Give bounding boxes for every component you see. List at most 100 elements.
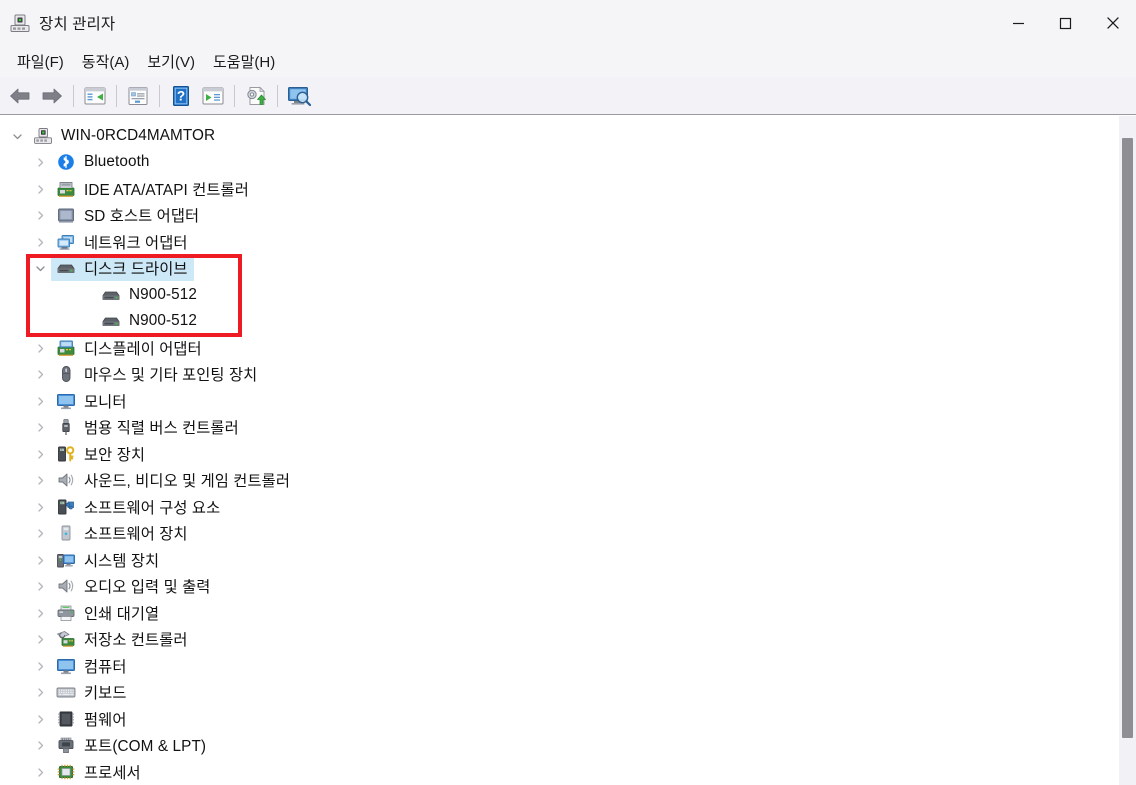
chevron-right-icon[interactable] [29,767,51,778]
tree-node-마우스-및-기타-포인팅-장치[interactable]: 마우스 및 기타 포인팅 장치 [0,362,1136,389]
minimize-button[interactable] [995,0,1042,46]
back-arrow-icon[interactable] [4,80,36,112]
device-tree: WIN-0RCD4MAMTOR Bluetooth IDE ATA/ATAPI 컨트… [0,116,1136,785]
tree-node-펌웨어[interactable]: 펌웨어 [0,706,1136,733]
tree-node-시스템-장치[interactable]: 시스템 장치 [0,547,1136,574]
disk-drive-icon [100,311,122,331]
tree-node-label: 마우스 및 기타 포인팅 장치 [84,367,258,385]
tree-node-label: SD 호스트 어댑터 [84,208,200,226]
help-icon[interactable]: ? [165,80,197,112]
chevron-right-icon[interactable] [29,581,51,592]
chevron-right-icon[interactable] [29,555,51,566]
tree-root-node[interactable]: WIN-0RCD4MAMTOR [0,123,1136,150]
device-tree-pane[interactable]: WIN-0RCD4MAMTOR Bluetooth IDE ATA/ATAPI 컨트… [0,116,1136,785]
chevron-right-icon[interactable] [29,714,51,725]
action-menu-icon[interactable] [197,80,229,112]
chevron-right-icon[interactable] [29,634,51,645]
chevron-down-icon[interactable] [6,131,28,142]
chevron-right-icon[interactable] [29,687,51,698]
sd-host-adapter-icon [55,205,77,225]
tree-node-content: N900-512 [96,310,203,333]
tree-node-label: N900-512 [129,285,197,303]
tree-node-label: 시스템 장치 [84,552,160,570]
ports-icon [55,735,77,755]
tree-node-label: IDE ATA/ATAPI 컨트롤러 [84,181,249,199]
tree-node-포트-com-lpt[interactable]: 포트(COM & LPT) [0,733,1136,760]
tree-node-content: 사운드, 비디오 및 게임 컨트롤러 [51,468,296,493]
maximize-button[interactable] [1042,0,1089,46]
tree-node-label: N900-512 [129,312,197,330]
tree-node-content: 디스플레이 어댑터 [51,336,208,361]
tree-node-디스플레이-어댑터[interactable]: 디스플레이 어댑터 [0,335,1136,362]
chevron-right-icon[interactable] [29,661,51,672]
tree-node-모니터[interactable]: 모니터 [0,388,1136,415]
tree-node-ide-ata-atapi-컨트롤러[interactable]: IDE ATA/ATAPI 컨트롤러 [0,176,1136,203]
vertical-scrollbar[interactable] [1119,116,1136,785]
close-button[interactable] [1089,0,1136,46]
system-device-icon [55,550,77,570]
tree-node-저장소-컨트롤러[interactable]: 저장소 컨트롤러 [0,627,1136,654]
ide-controller-icon [55,179,77,199]
usb-controller-icon [55,417,77,437]
chevron-right-icon[interactable] [29,157,51,168]
tree-node-content: 마우스 및 기타 포인팅 장치 [51,362,263,387]
tree-node-content: 포트(COM & LPT) [51,733,212,758]
svg-text:?: ? [177,88,185,103]
scan-hardware-changes-icon[interactable] [283,80,315,112]
tree-node-키보드[interactable]: 키보드 [0,680,1136,707]
chevron-right-icon[interactable] [29,184,51,195]
tree-node-디스크-드라이브[interactable]: 디스크 드라이브 [0,256,1136,283]
tree-node-네트워크-어댑터[interactable]: 네트워크 어댑터 [0,229,1136,256]
toolbar-separator [234,84,235,107]
tree-node-인쇄-대기열[interactable]: 인쇄 대기열 [0,600,1136,627]
tree-node-n900-512[interactable]: N900-512 [0,309,1136,336]
chevron-right-icon[interactable] [29,210,51,221]
mouse-icon [55,364,77,384]
tree-node-sd-호스트-어댑터[interactable]: SD 호스트 어댑터 [0,203,1136,230]
tree-node-프로세서[interactable]: 프로세서 [0,759,1136,785]
chevron-right-icon[interactable] [29,502,51,513]
tree-node-컴퓨터[interactable]: 컴퓨터 [0,653,1136,680]
tree-node-content: 범용 직렬 버스 컨트롤러 [51,415,245,440]
security-device-icon [55,444,77,464]
menu-view[interactable]: 보기(V) [138,49,204,74]
show-hide-console-tree-icon[interactable] [79,80,111,112]
forward-arrow-icon[interactable] [36,80,68,112]
update-driver-icon[interactable] [240,80,272,112]
chevron-right-icon[interactable] [29,449,51,460]
tree-node-content: 인쇄 대기열 [51,601,165,626]
chevron-right-icon[interactable] [29,237,51,248]
tree-node-보안-장치[interactable]: 보안 장치 [0,441,1136,468]
tree-node-label: WIN-0RCD4MAMTOR [61,126,216,144]
tree-node-소프트웨어-장치[interactable]: 소프트웨어 장치 [0,521,1136,548]
tree-node-label: 포트(COM & LPT) [84,738,207,756]
menu-action[interactable]: 동작(A) [73,49,139,74]
processor-icon [55,762,77,782]
tree-node-범용-직렬-버스-컨트롤러[interactable]: 범용 직렬 버스 컨트롤러 [0,415,1136,442]
tree-node-n900-512[interactable]: N900-512 [0,282,1136,309]
audio-io-icon [55,576,77,596]
menu-help[interactable]: 도움말(H) [204,49,284,74]
tree-node-사운드-비디오-및-게임-컨트롤러[interactable]: 사운드, 비디오 및 게임 컨트롤러 [0,468,1136,495]
menu-file[interactable]: 파일(F) [8,49,73,74]
toolbar-separator [277,84,278,107]
chevron-right-icon[interactable] [29,422,51,433]
chevron-down-icon[interactable] [29,263,51,274]
chevron-right-icon[interactable] [29,475,51,486]
tree-node-소프트웨어-구성-요소[interactable]: 소프트웨어 구성 요소 [0,494,1136,521]
chevron-right-icon[interactable] [29,396,51,407]
disk-drive-icon [100,285,122,305]
tree-node-label: 인쇄 대기열 [84,605,160,623]
tree-node-label: 사운드, 비디오 및 게임 컨트롤러 [84,473,291,491]
tree-node-bluetooth[interactable]: Bluetooth [0,150,1136,177]
chevron-right-icon[interactable] [29,608,51,619]
chevron-right-icon[interactable] [29,369,51,380]
scrollbar-thumb[interactable] [1122,138,1133,738]
properties-icon[interactable] [122,80,154,112]
chevron-right-icon[interactable] [29,740,51,751]
chevron-right-icon[interactable] [29,343,51,354]
tree-node-content: Bluetooth [51,151,156,174]
chevron-right-icon[interactable] [29,528,51,539]
tree-node-오디오-입력-및-출력[interactable]: 오디오 입력 및 출력 [0,574,1136,601]
toolbar-separator [116,84,117,107]
